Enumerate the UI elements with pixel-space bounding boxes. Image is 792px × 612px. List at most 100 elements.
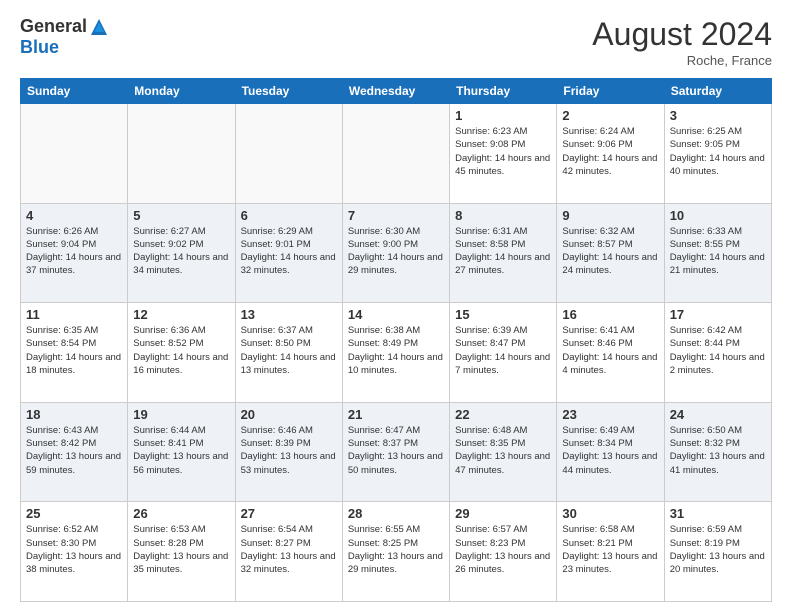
title-area: August 2024 Roche, France: [592, 16, 772, 68]
calendar-cell: 15 Sunrise: 6:39 AM Sunset: 8:47 PM Dayli…: [450, 303, 557, 403]
calendar-cell: 9 Sunrise: 6:32 AM Sunset: 8:57 PM Daylig…: [557, 203, 664, 303]
col-friday: Friday: [557, 79, 664, 104]
day-number: 7: [348, 208, 444, 223]
calendar-cell: 8 Sunrise: 6:31 AM Sunset: 8:58 PM Daylig…: [450, 203, 557, 303]
day-info: Sunrise: 6:59 AM Sunset: 8:19 PM Dayligh…: [670, 523, 766, 576]
calendar-cell: 17 Sunrise: 6:42 AM Sunset: 8:44 PM Dayli…: [664, 303, 771, 403]
day-info: Sunrise: 6:42 AM Sunset: 8:44 PM Dayligh…: [670, 324, 766, 377]
calendar-cell: 5 Sunrise: 6:27 AM Sunset: 9:02 PM Daylig…: [128, 203, 235, 303]
calendar-cell: 19Sunrise: 6:44 AM Sunset: 8:41 PM Dayli…: [128, 402, 235, 502]
calendar-cell: 30 Sunrise: 6:58 AM Sunset: 8:21 PM Dayli…: [557, 502, 664, 602]
day-number: 26: [133, 506, 229, 521]
day-info: Sunrise: 6:46 AM Sunset: 8:39 PM Dayligh…: [241, 424, 337, 477]
calendar-cell: 16 Sunrise: 6:41 AM Sunset: 8:46 PM Dayli…: [557, 303, 664, 403]
col-sunday: Sunday: [21, 79, 128, 104]
calendar-cell: 23 Sunrise: 6:49 AM Sunset: 8:34 PM Dayli…: [557, 402, 664, 502]
calendar-cell: 13Sunrise: 6:37 AM Sunset: 8:50 PM Dayli…: [235, 303, 342, 403]
day-info: Sunrise: 6:23 AM Sunset: 9:08 PM Dayligh…: [455, 125, 551, 178]
day-info: Sunrise: 6:39 AM Sunset: 8:47 PM Dayligh…: [455, 324, 551, 377]
day-number: 17: [670, 307, 766, 322]
calendar-cell: [128, 104, 235, 204]
day-info: Sunrise: 6:58 AM Sunset: 8:21 PM Dayligh…: [562, 523, 658, 576]
calendar-week-3: 18Sunrise: 6:43 AM Sunset: 8:42 PM Dayli…: [21, 402, 772, 502]
day-number: 1: [455, 108, 551, 123]
day-number: 3: [670, 108, 766, 123]
day-number: 11: [26, 307, 122, 322]
calendar-cell: 3 Sunrise: 6:25 AM Sunset: 9:05 PM Daylig…: [664, 104, 771, 204]
day-info: Sunrise: 6:35 AM Sunset: 8:54 PM Dayligh…: [26, 324, 122, 377]
day-number: 31: [670, 506, 766, 521]
day-info: Sunrise: 6:50 AM Sunset: 8:32 PM Dayligh…: [670, 424, 766, 477]
logo-icon: [89, 17, 109, 37]
col-monday: Monday: [128, 79, 235, 104]
calendar-cell: [342, 104, 449, 204]
day-info: Sunrise: 6:33 AM Sunset: 8:55 PM Dayligh…: [670, 225, 766, 278]
day-info: Sunrise: 6:47 AM Sunset: 8:37 PM Dayligh…: [348, 424, 444, 477]
calendar-cell: 4Sunrise: 6:26 AM Sunset: 9:04 PM Daylig…: [21, 203, 128, 303]
day-info: Sunrise: 6:32 AM Sunset: 8:57 PM Dayligh…: [562, 225, 658, 278]
calendar-week-4: 25 Sunrise: 6:52 AM Sunset: 8:30 PM Dayli…: [21, 502, 772, 602]
day-number: 21: [348, 407, 444, 422]
day-number: 9: [562, 208, 658, 223]
calendar-cell: 28Sunrise: 6:55 AM Sunset: 8:25 PM Dayli…: [342, 502, 449, 602]
col-thursday: Thursday: [450, 79, 557, 104]
calendar-cell: 20 Sunrise: 6:46 AM Sunset: 8:39 PM Dayli…: [235, 402, 342, 502]
calendar-cell: 25 Sunrise: 6:52 AM Sunset: 8:30 PM Dayli…: [21, 502, 128, 602]
day-info: Sunrise: 6:24 AM Sunset: 9:06 PM Dayligh…: [562, 125, 658, 178]
day-number: 10: [670, 208, 766, 223]
day-number: 8: [455, 208, 551, 223]
day-info: Sunrise: 6:31 AM Sunset: 8:58 PM Dayligh…: [455, 225, 551, 278]
calendar-cell: [21, 104, 128, 204]
day-number: 28: [348, 506, 444, 521]
day-info: Sunrise: 6:41 AM Sunset: 8:46 PM Dayligh…: [562, 324, 658, 377]
day-number: 12: [133, 307, 229, 322]
day-info: Sunrise: 6:49 AM Sunset: 8:34 PM Dayligh…: [562, 424, 658, 477]
day-info: Sunrise: 6:43 AM Sunset: 8:42 PM Dayligh…: [26, 424, 122, 477]
calendar-cell: 18Sunrise: 6:43 AM Sunset: 8:42 PM Dayli…: [21, 402, 128, 502]
day-number: 20: [241, 407, 337, 422]
day-number: 14: [348, 307, 444, 322]
day-number: 5: [133, 208, 229, 223]
logo: General Blue: [20, 16, 109, 58]
day-info: Sunrise: 6:27 AM Sunset: 9:02 PM Dayligh…: [133, 225, 229, 278]
day-info: Sunrise: 6:37 AM Sunset: 8:50 PM Dayligh…: [241, 324, 337, 377]
calendar-cell: 1 Sunrise: 6:23 AM Sunset: 9:08 PM Daylig…: [450, 104, 557, 204]
calendar-cell: 12Sunrise: 6:36 AM Sunset: 8:52 PM Dayli…: [128, 303, 235, 403]
calendar-cell: 11 Sunrise: 6:35 AM Sunset: 8:54 PM Dayli…: [21, 303, 128, 403]
header: General Blue August 2024 Roche, France: [20, 16, 772, 68]
col-wednesday: Wednesday: [342, 79, 449, 104]
day-number: 15: [455, 307, 551, 322]
day-info: Sunrise: 6:54 AM Sunset: 8:27 PM Dayligh…: [241, 523, 337, 576]
day-info: Sunrise: 6:25 AM Sunset: 9:05 PM Dayligh…: [670, 125, 766, 178]
logo-blue-text: Blue: [20, 37, 59, 57]
calendar-cell: 7 Sunrise: 6:30 AM Sunset: 9:00 PM Daylig…: [342, 203, 449, 303]
day-number: 16: [562, 307, 658, 322]
col-tuesday: Tuesday: [235, 79, 342, 104]
day-info: Sunrise: 6:52 AM Sunset: 8:30 PM Dayligh…: [26, 523, 122, 576]
day-number: 29: [455, 506, 551, 521]
day-number: 22: [455, 407, 551, 422]
calendar-cell: [235, 104, 342, 204]
calendar-cell: 29 Sunrise: 6:57 AM Sunset: 8:23 PM Dayli…: [450, 502, 557, 602]
day-info: Sunrise: 6:30 AM Sunset: 9:00 PM Dayligh…: [348, 225, 444, 278]
day-number: 23: [562, 407, 658, 422]
day-info: Sunrise: 6:44 AM Sunset: 8:41 PM Dayligh…: [133, 424, 229, 477]
day-number: 30: [562, 506, 658, 521]
day-number: 25: [26, 506, 122, 521]
calendar-cell: 22Sunrise: 6:48 AM Sunset: 8:35 PM Dayli…: [450, 402, 557, 502]
day-info: Sunrise: 6:53 AM Sunset: 8:28 PM Dayligh…: [133, 523, 229, 576]
day-number: 4: [26, 208, 122, 223]
day-info: Sunrise: 6:57 AM Sunset: 8:23 PM Dayligh…: [455, 523, 551, 576]
location: Roche, France: [592, 53, 772, 68]
calendar-cell: 21 Sunrise: 6:47 AM Sunset: 8:37 PM Dayli…: [342, 402, 449, 502]
month-title: August 2024: [592, 16, 772, 53]
calendar-cell: 2 Sunrise: 6:24 AM Sunset: 9:06 PM Daylig…: [557, 104, 664, 204]
logo-general-text: General: [20, 16, 87, 37]
calendar-cell: 24 Sunrise: 6:50 AM Sunset: 8:32 PM Dayli…: [664, 402, 771, 502]
day-number: 24: [670, 407, 766, 422]
calendar-cell: 27Sunrise: 6:54 AM Sunset: 8:27 PM Dayli…: [235, 502, 342, 602]
day-info: Sunrise: 6:29 AM Sunset: 9:01 PM Dayligh…: [241, 225, 337, 278]
calendar-cell: 6Sunrise: 6:29 AM Sunset: 9:01 PM Daylig…: [235, 203, 342, 303]
col-saturday: Saturday: [664, 79, 771, 104]
day-number: 2: [562, 108, 658, 123]
